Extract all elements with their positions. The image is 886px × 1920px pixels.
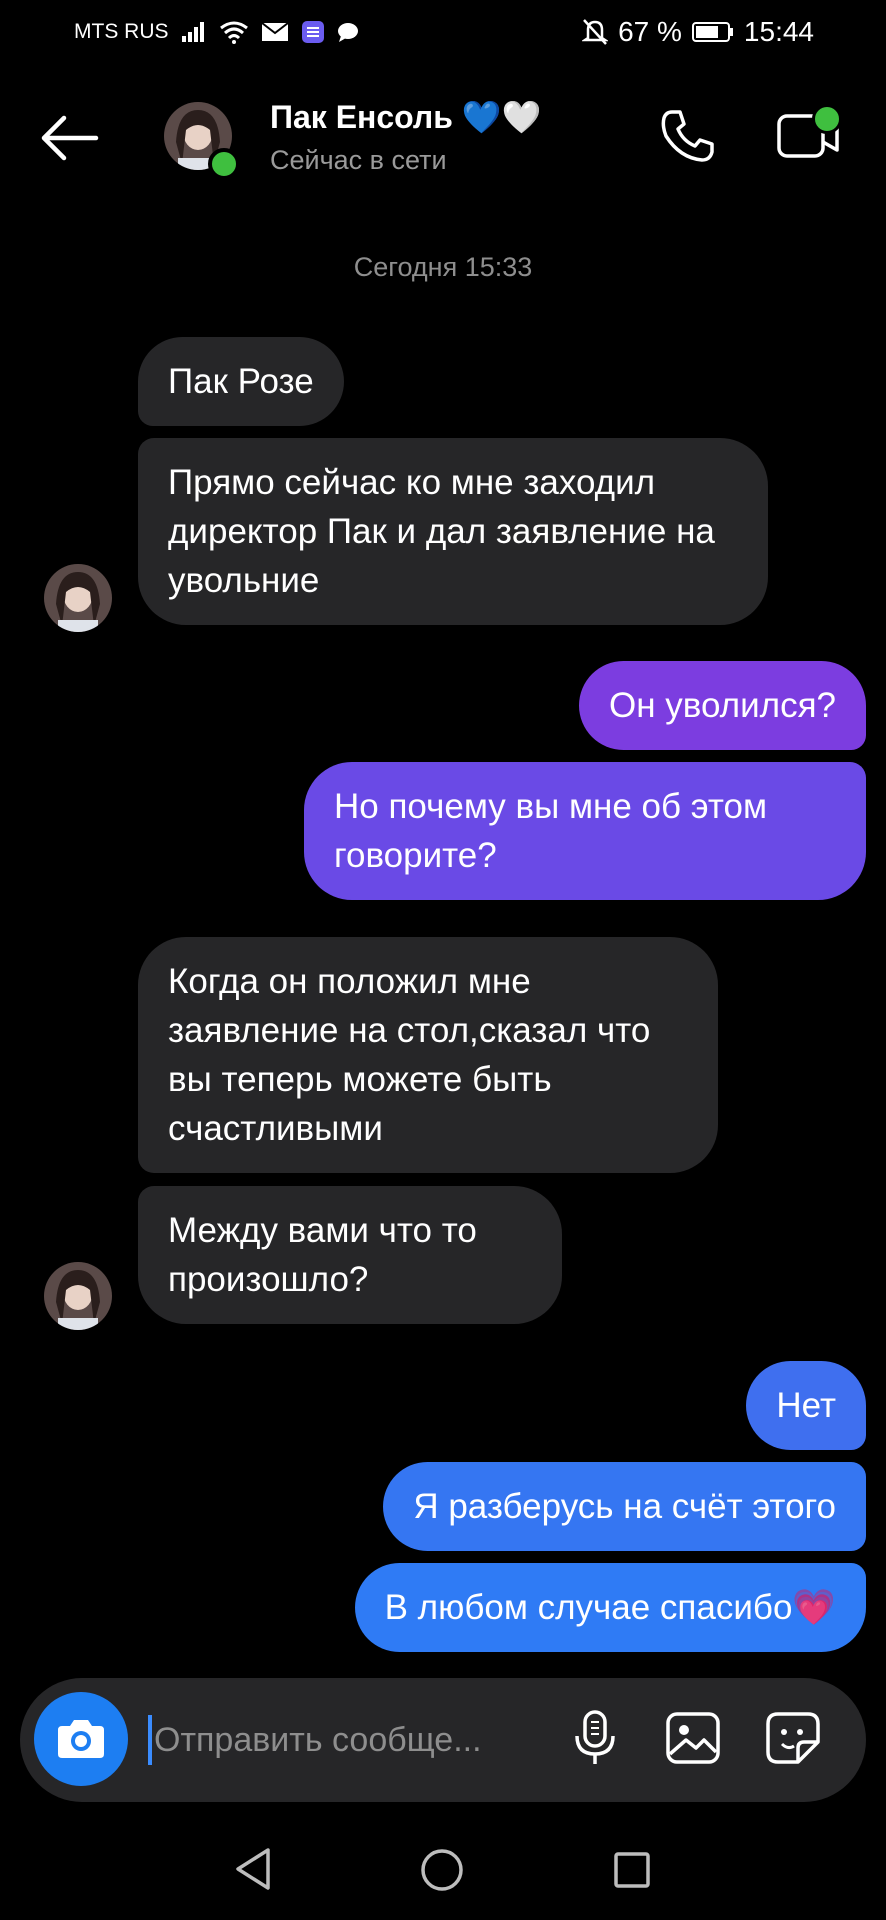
message-outgoing[interactable]: В любом случае спасибо💗: [354, 1563, 866, 1652]
nav-back-button[interactable]: [232, 1846, 274, 1892]
gallery-button[interactable]: [664, 1710, 722, 1766]
contact-status: Сейчас в сети: [270, 145, 447, 175]
phone-icon: [661, 110, 714, 162]
wifi-icon: [219, 20, 249, 44]
nav-recent-button[interactable]: [612, 1850, 652, 1890]
message-incoming[interactable]: Между вами что то произошло?: [138, 1186, 562, 1324]
battery-icon: [691, 21, 734, 43]
message-input[interactable]: [148, 1715, 554, 1765]
back-button[interactable]: [36, 110, 102, 166]
contact-name[interactable]: Пак Енсоль 💙🤍: [270, 98, 542, 136]
mail-icon: [260, 22, 289, 42]
microphone-icon: [575, 1710, 615, 1764]
message-outgoing[interactable]: Он уволился?: [579, 661, 866, 750]
sticker-icon: [766, 1712, 820, 1764]
nav-recent-icon: [614, 1852, 650, 1888]
sender-avatar[interactable]: [44, 1262, 112, 1330]
carrier-label: MTS RUS: [74, 20, 169, 43]
date-separator: Сегодня 15:33: [353, 252, 533, 282]
nav-home-button[interactable]: [420, 1848, 464, 1892]
message-outgoing[interactable]: Я разберусь на счёт этого: [383, 1462, 866, 1551]
message-incoming[interactable]: Прямо сейчас ко мне заходил директор Пак…: [138, 438, 768, 625]
battery-percent: 67 %: [618, 16, 682, 47]
audio-call-button[interactable]: [658, 106, 718, 166]
gallery-icon: [666, 1712, 720, 1764]
status-bar: MTS RUS 67 % 15:44: [0, 0, 886, 66]
camera-button[interactable]: [34, 1692, 128, 1786]
back-arrow-icon: [41, 115, 99, 161]
camera-icon: [58, 1720, 104, 1758]
chat-notification-icon: [337, 21, 359, 43]
message-incoming[interactable]: Пак Розе: [138, 337, 344, 426]
sticker-button[interactable]: [764, 1710, 822, 1766]
message-incoming[interactable]: Когда он положил мне заявление на стол,с…: [138, 937, 718, 1173]
nav-back-icon: [236, 1848, 270, 1890]
signal-icon: [181, 21, 207, 43]
clock: 15:44: [743, 16, 814, 47]
nav-home-icon: [421, 1849, 463, 1891]
video-online-indicator: [812, 104, 842, 134]
status-left: MTS RUS: [74, 20, 359, 44]
status-right: 67 % 15:44: [582, 16, 814, 48]
sender-avatar[interactable]: [44, 564, 112, 632]
message-outgoing[interactable]: Нет: [746, 1361, 866, 1450]
silent-bell-icon: [582, 18, 609, 46]
message-outgoing[interactable]: Но почему вы мне об этом говорите?: [304, 762, 866, 900]
app-notification-icon: [301, 20, 325, 44]
online-indicator: [208, 148, 240, 180]
voice-message-button[interactable]: [570, 1708, 620, 1768]
